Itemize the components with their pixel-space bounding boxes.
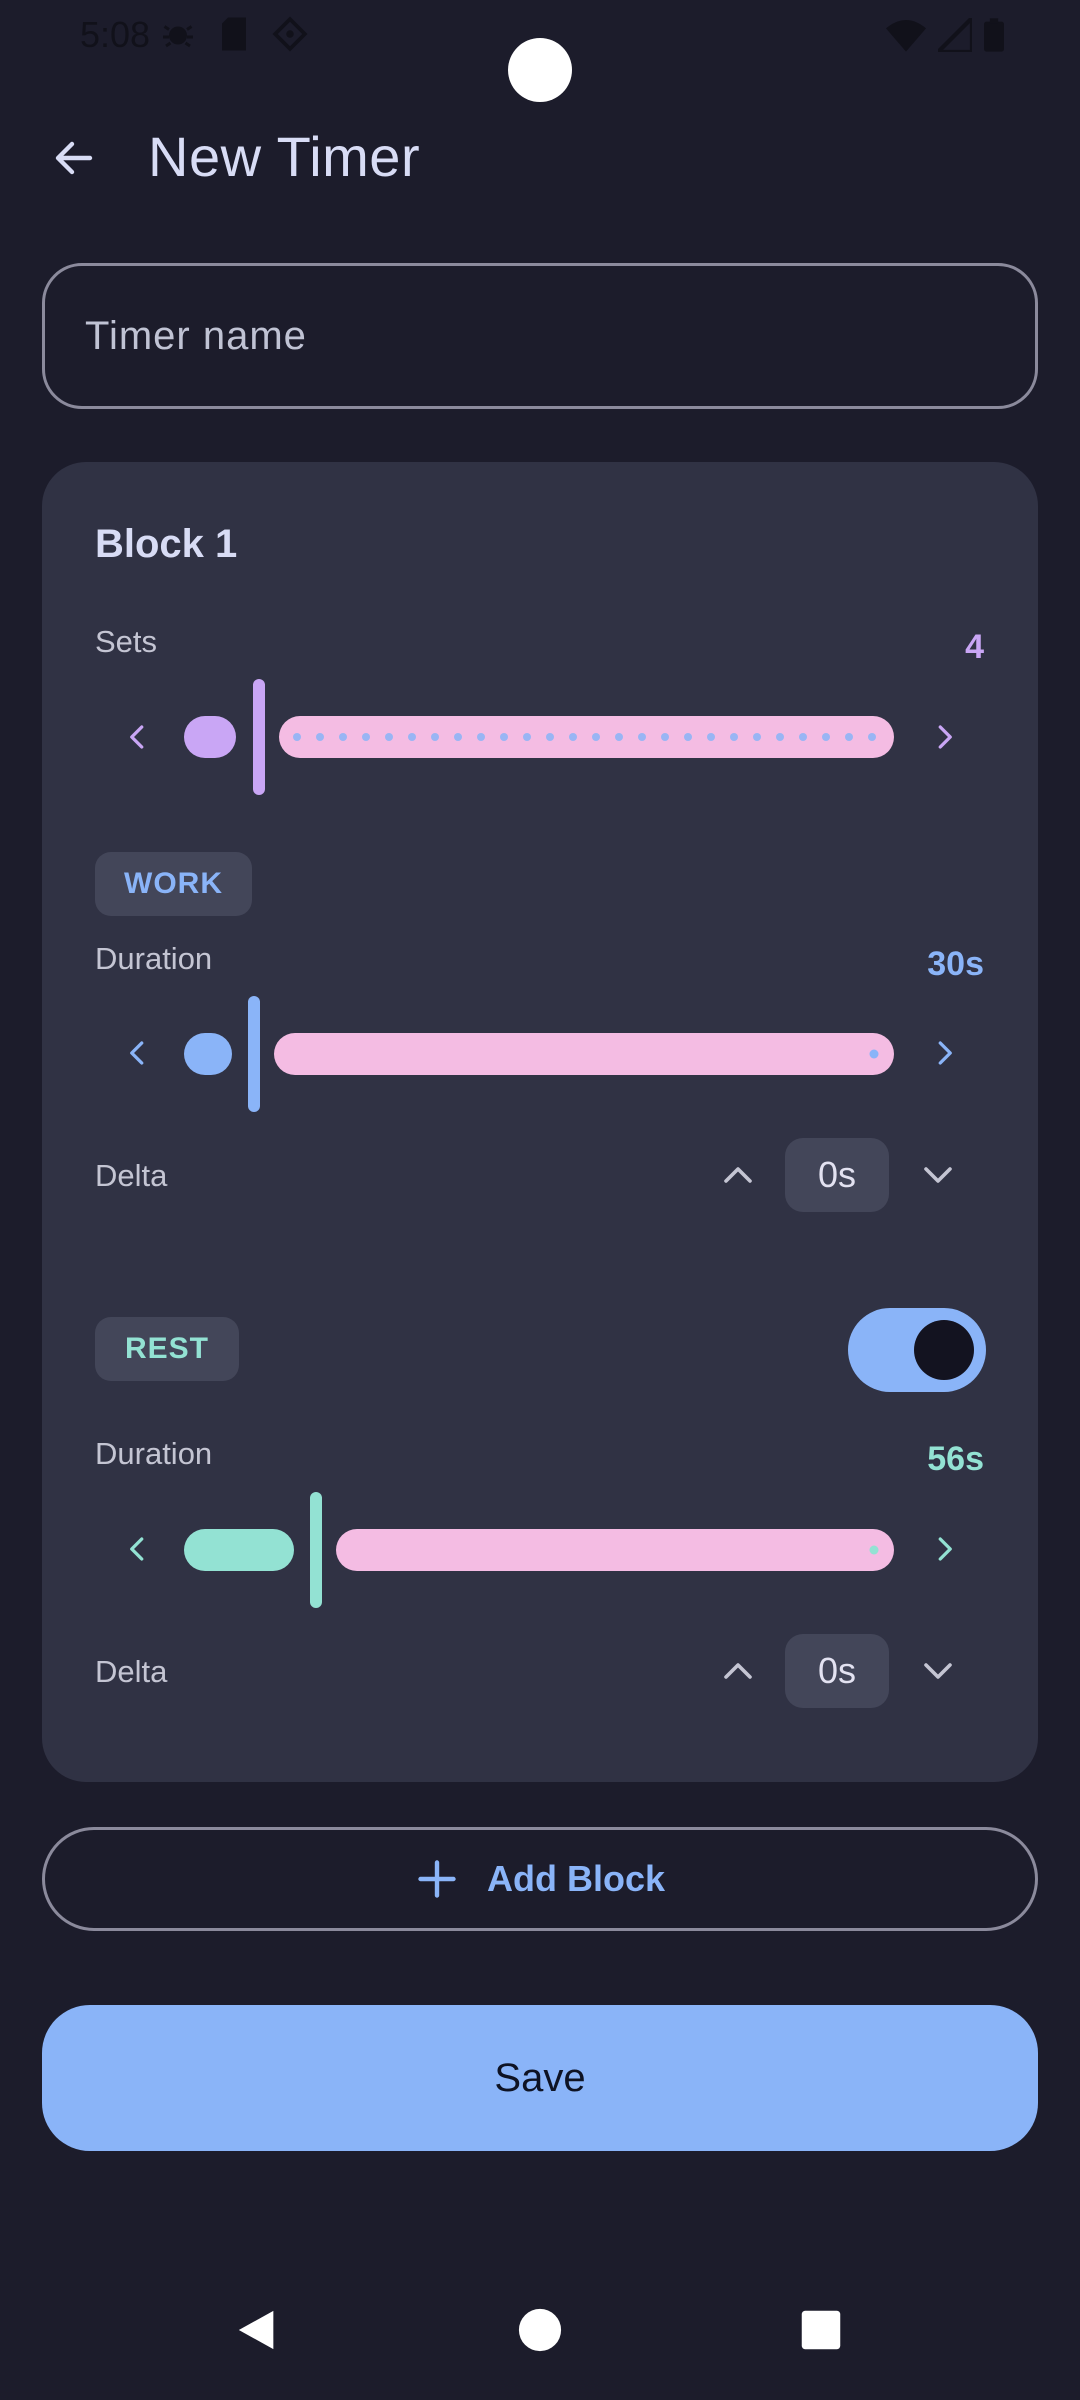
nav-home-button[interactable] [510, 2300, 570, 2360]
chevron-right-icon [938, 725, 952, 749]
chevron-right-icon [938, 1537, 952, 1561]
camera-cutout [508, 38, 572, 102]
arrow-back-icon [55, 141, 93, 175]
bug-icon [163, 25, 193, 48]
block-card [42, 462, 1038, 1782]
sets-slider-ticks [293, 733, 876, 741]
rest-toggle-knob [914, 1320, 974, 1380]
rest-toggle[interactable] [848, 1308, 986, 1392]
back-button[interactable] [42, 126, 106, 190]
work-delta-increase-button[interactable] [708, 1145, 768, 1205]
rest-duration-value: 56s [927, 1440, 984, 1478]
rest-duration-inactive-track[interactable] [336, 1529, 894, 1571]
work-duration-active-track [184, 1033, 232, 1075]
sets-slider-active-track [184, 716, 236, 758]
plus-icon [418, 1860, 456, 1898]
work-duration-decrease-button[interactable] [108, 1023, 168, 1083]
block-title: Block 1 [95, 522, 238, 566]
rest-duration-handle[interactable] [310, 1492, 322, 1608]
rest-chip: REST [95, 1317, 239, 1381]
triangle-back-icon [238, 2310, 274, 2350]
rest-duration-increase-button[interactable] [914, 1519, 974, 1579]
status-icons-right [886, 18, 1004, 52]
square-recents-icon [801, 2310, 841, 2350]
work-delta-label: Delta [95, 1158, 168, 1193]
chevron-up-icon [724, 1663, 752, 1679]
sets-value: 4 [965, 628, 984, 666]
chevron-down-icon [924, 1663, 952, 1679]
add-block-label: Add Block [486, 1858, 665, 1899]
work-duration-inactive-track[interactable] [274, 1033, 894, 1075]
rest-duration-end-dot [869, 1545, 879, 1555]
chevron-left-icon [130, 1041, 144, 1065]
chevron-right-icon [938, 1041, 952, 1065]
save-button[interactable]: Save [42, 2005, 1038, 2151]
timer-name-input[interactable] [45, 266, 1035, 406]
work-delta-value: 0s [785, 1138, 889, 1212]
status-icons-left [160, 16, 308, 52]
rest-duration-label: Duration [95, 1436, 213, 1471]
work-duration-end-dot [869, 1049, 879, 1059]
rest-delta-value: 0s [785, 1634, 889, 1708]
chevron-left-icon [130, 1537, 144, 1561]
sd-card-icon [222, 17, 246, 51]
sets-increase-button[interactable] [914, 707, 974, 767]
page-title: New Timer [148, 125, 421, 188]
rest-delta-increase-button[interactable] [708, 1641, 768, 1701]
diamond-icon [272, 16, 308, 52]
sets-label: Sets [95, 624, 158, 659]
sets-decrease-button[interactable] [108, 707, 168, 767]
nav-recents-button[interactable] [791, 2300, 851, 2360]
wifi-icon [886, 20, 926, 52]
chevron-left-icon [130, 725, 144, 749]
battery-icon [984, 18, 1004, 52]
work-chip: WORK [95, 852, 252, 916]
circle-home-icon [518, 2308, 562, 2352]
status-time: 5:08 [80, 14, 151, 55]
signal-icon [938, 18, 972, 52]
work-duration-value: 30s [927, 945, 984, 983]
rest-delta-decrease-button[interactable] [908, 1641, 968, 1701]
rest-delta-label: Delta [95, 1654, 168, 1689]
sets-slider-inactive-track[interactable] [279, 716, 894, 758]
sets-slider-handle[interactable] [253, 679, 265, 795]
rest-duration-decrease-button[interactable] [108, 1519, 168, 1579]
work-duration-label: Duration [95, 941, 213, 976]
rest-duration-active-track [184, 1529, 294, 1571]
add-block-button[interactable]: Add Block [42, 1827, 1038, 1931]
chevron-down-icon [924, 1167, 952, 1183]
nav-back-button[interactable] [228, 2300, 288, 2360]
timer-name-field[interactable] [42, 263, 1038, 409]
work-duration-handle[interactable] [248, 996, 260, 1112]
work-duration-increase-button[interactable] [914, 1023, 974, 1083]
chevron-up-icon [724, 1167, 752, 1183]
work-delta-decrease-button[interactable] [908, 1145, 968, 1205]
